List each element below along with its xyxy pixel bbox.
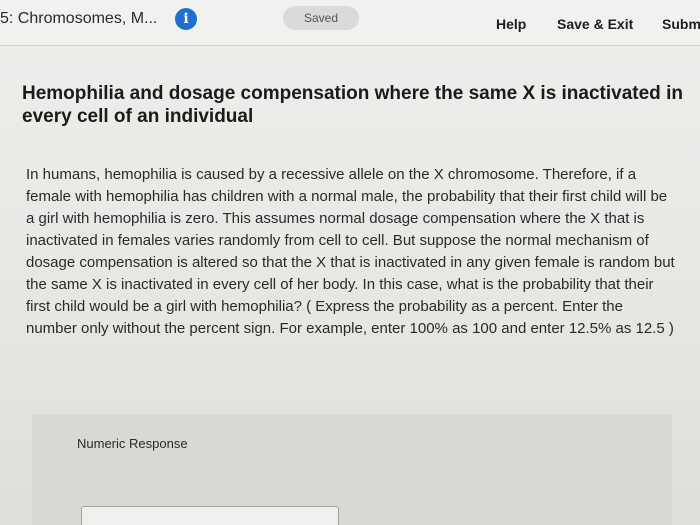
info-icon[interactable]: i	[175, 8, 197, 30]
response-label: Numeric Response	[77, 436, 188, 451]
top-bar: 5: Chromosomes, M... i Saved Help Save &…	[0, 0, 700, 46]
question-title: Hemophilia and dosage compensation where…	[22, 83, 683, 127]
submit-button[interactable]: Subm	[662, 16, 700, 32]
saved-status-badge: Saved	[283, 6, 359, 30]
response-panel: Numeric Response	[32, 414, 672, 525]
assignment-title[interactable]: 5: Chromosomes, M...	[0, 10, 157, 28]
numeric-response-input[interactable]	[81, 506, 339, 525]
save-exit-button[interactable]: Save & Exit	[557, 16, 633, 32]
help-button[interactable]: Help	[496, 16, 526, 32]
question-prompt: In humans, hemophilia is caused by a rec…	[26, 166, 675, 337]
